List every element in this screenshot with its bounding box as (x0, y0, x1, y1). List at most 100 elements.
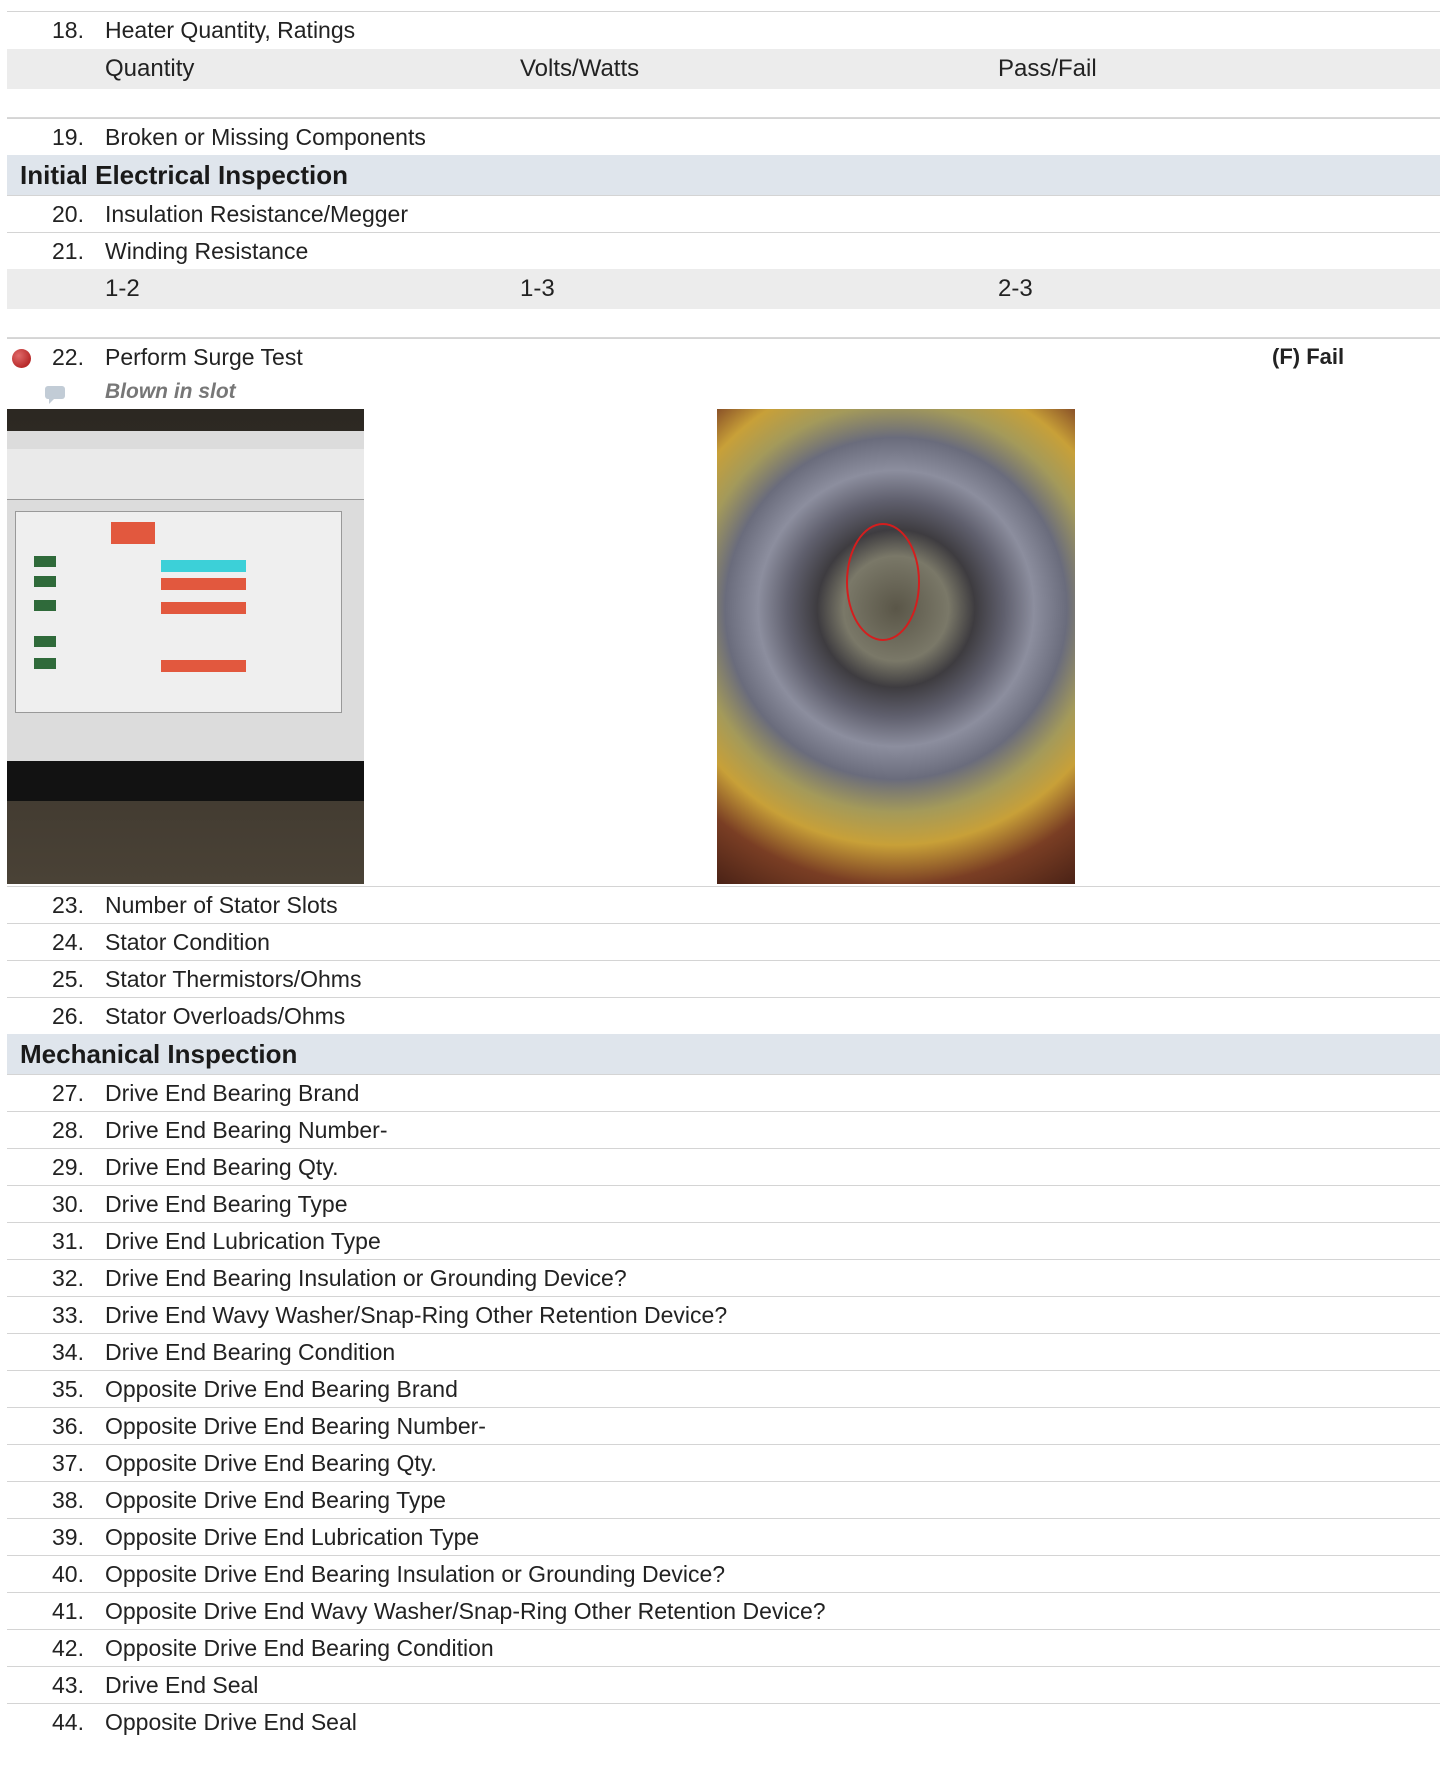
item-label: Opposite Drive End Bearing Condition (105, 1635, 494, 1661)
item-label: Stator Overloads/Ohms (105, 1003, 346, 1029)
checklist-item: 29. Drive End Bearing Qty. (7, 1148, 1440, 1185)
item-label: Drive End Seal (105, 1672, 259, 1698)
winding-columns-header: 1-2 1-3 2-3 (7, 269, 1440, 309)
item-label: Drive End Bearing Number- (105, 1117, 388, 1143)
green-indicator (34, 556, 56, 567)
item-label: Drive End Wavy Washer/Snap-Ring Other Re… (105, 1302, 728, 1328)
lead-indicator (161, 660, 246, 672)
item-number: 19. (52, 124, 84, 150)
item-label: Winding Resistance (105, 238, 309, 264)
green-indicator (34, 658, 56, 669)
item-label: Drive End Bearing Qty. (105, 1154, 339, 1180)
tester-screen (7, 431, 364, 761)
green-indicator (34, 576, 56, 587)
item-label: Opposite Drive End Bearing Type (105, 1487, 446, 1513)
delta-indicator (161, 578, 246, 590)
item-number: 18. (52, 17, 84, 43)
item-number: 31. (52, 1228, 84, 1254)
item-label: Number of Stator Slots (105, 892, 338, 918)
heater-columns-header: Quantity Volts/Watts Pass/Fail (7, 49, 1440, 89)
checklist-item: 31. Drive End Lubrication Type (7, 1222, 1440, 1259)
checklist-item: 41. Opposite Drive End Wavy Washer/Snap-R… (7, 1592, 1440, 1629)
item-label: Stator Condition (105, 929, 270, 955)
item-number: 30. (52, 1191, 84, 1217)
section-initial-electrical: Initial Electrical Inspection (7, 155, 1440, 195)
checklist-item: 19. Broken or Missing Components (7, 118, 1440, 155)
checklist-item: 43. Drive End Seal (7, 1666, 1440, 1703)
inspection-report: 18. Heater Quantity, Ratings Quantity Vo… (7, 11, 1440, 1740)
tester-panel (15, 511, 342, 713)
checklist-item: 39. Opposite Drive End Lubrication Type (7, 1518, 1440, 1555)
checklist-item: 35. Opposite Drive End Bearing Brand (7, 1370, 1440, 1407)
item-number: 22. (52, 344, 84, 370)
column-volts-watts: Volts/Watts (520, 55, 640, 82)
item-number: 43. (52, 1672, 84, 1698)
item-number: 44. (52, 1709, 84, 1735)
section-mechanical: Mechanical Inspection (7, 1034, 1440, 1074)
checklist-item: 30. Drive End Bearing Type (7, 1185, 1440, 1222)
green-indicator (34, 600, 56, 611)
comment-text: Blown in slot (105, 380, 236, 403)
item-label: Drive End Bearing Insulation or Groundin… (105, 1265, 627, 1291)
winding-values-row (7, 309, 1440, 338)
checklist-item: 28. Drive End Bearing Number- (7, 1111, 1440, 1148)
item-label: Broken or Missing Components (105, 124, 426, 150)
item-number: 42. (52, 1635, 84, 1661)
tester-taskbar (7, 761, 364, 801)
item-label: Opposite Drive End Wavy Washer/Snap-Ring… (105, 1598, 826, 1624)
column-1-3: 1-3 (520, 275, 555, 302)
item-number: 36. (52, 1413, 84, 1439)
checklist-item: 27. Drive End Bearing Brand (7, 1074, 1440, 1111)
item-number: 37. (52, 1450, 84, 1476)
item-label: Stator Thermistors/Ohms (105, 966, 362, 992)
item-number: 25. (52, 966, 84, 992)
run-button-shape (111, 522, 155, 544)
surge-tester-screen-photo[interactable] (7, 409, 364, 884)
item-label: Drive End Bearing Type (105, 1191, 348, 1217)
heater-values-row (7, 89, 1440, 118)
item-label: Heater Quantity, Ratings (105, 17, 356, 43)
item-label: Opposite Drive End Lubrication Type (105, 1524, 480, 1550)
comment-icon (45, 386, 65, 404)
checklist-item: 18. Heater Quantity, Ratings (7, 11, 1440, 49)
checklist-item: 36. Opposite Drive End Bearing Number- (7, 1407, 1440, 1444)
item-number: 39. (52, 1524, 84, 1550)
item-label: Insulation Resistance/Megger (105, 201, 408, 227)
checklist-item: 20. Insulation Resistance/Megger (7, 195, 1440, 232)
mechanical-items-list: 27. Drive End Bearing Brand 28. Drive End B… (7, 1074, 1440, 1740)
checklist-item: 24. Stator Condition (7, 923, 1440, 960)
item-number: 40. (52, 1561, 84, 1587)
item-number: 41. (52, 1598, 84, 1624)
green-indicator (34, 636, 56, 647)
item-label: Opposite Drive End Seal (105, 1709, 357, 1735)
item-number: 34. (52, 1339, 84, 1365)
checklist-item: 25. Stator Thermistors/Ohms (7, 960, 1440, 997)
item-number: 26. (52, 1003, 84, 1029)
column-2-3: 2-3 (998, 275, 1033, 302)
checklist-item: 32. Drive End Bearing Insulation or Groun… (7, 1259, 1440, 1296)
checklist-item: 23. Number of Stator Slots (7, 886, 1440, 923)
item-number: 20. (52, 201, 84, 227)
damage-circle-marker (846, 523, 920, 641)
item-label: Drive End Bearing Brand (105, 1080, 360, 1106)
checklist-item: 37. Opposite Drive End Bearing Qty. (7, 1444, 1440, 1481)
stator-slot-photo[interactable] (717, 409, 1075, 884)
column-1-2: 1-2 (105, 275, 140, 302)
checklist-item: 44. Opposite Drive End Seal (7, 1703, 1440, 1740)
item-comment: Blown in slot (7, 375, 1440, 409)
overcurrent-indicator (161, 602, 246, 614)
checklist-item: 40. Opposite Drive End Bearing Insulation… (7, 1555, 1440, 1592)
tester-toolbar (7, 449, 364, 500)
item-number: 33. (52, 1302, 84, 1328)
result-badge: (F) Fail (1272, 344, 1345, 369)
checklist-item: 26. Stator Overloads/Ohms (7, 997, 1440, 1034)
item-number: 28. (52, 1117, 84, 1143)
checklist-item: 21. Winding Resistance (7, 232, 1440, 269)
item-label: Opposite Drive End Bearing Qty. (105, 1450, 437, 1476)
item-number: 23. (52, 892, 84, 918)
column-quantity: Quantity (105, 55, 195, 82)
item-number: 35. (52, 1376, 84, 1402)
column-pass-fail: Pass/Fail (998, 55, 1097, 82)
item-number: 38. (52, 1487, 84, 1513)
photo-attachments (7, 409, 1440, 886)
